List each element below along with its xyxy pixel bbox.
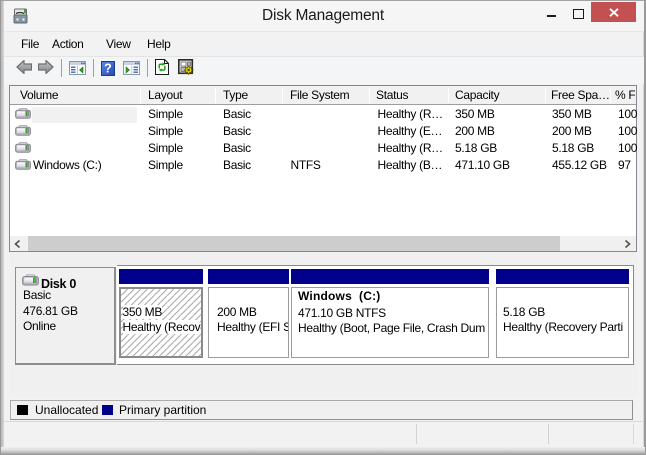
svg-text:?: ? <box>104 62 112 76</box>
